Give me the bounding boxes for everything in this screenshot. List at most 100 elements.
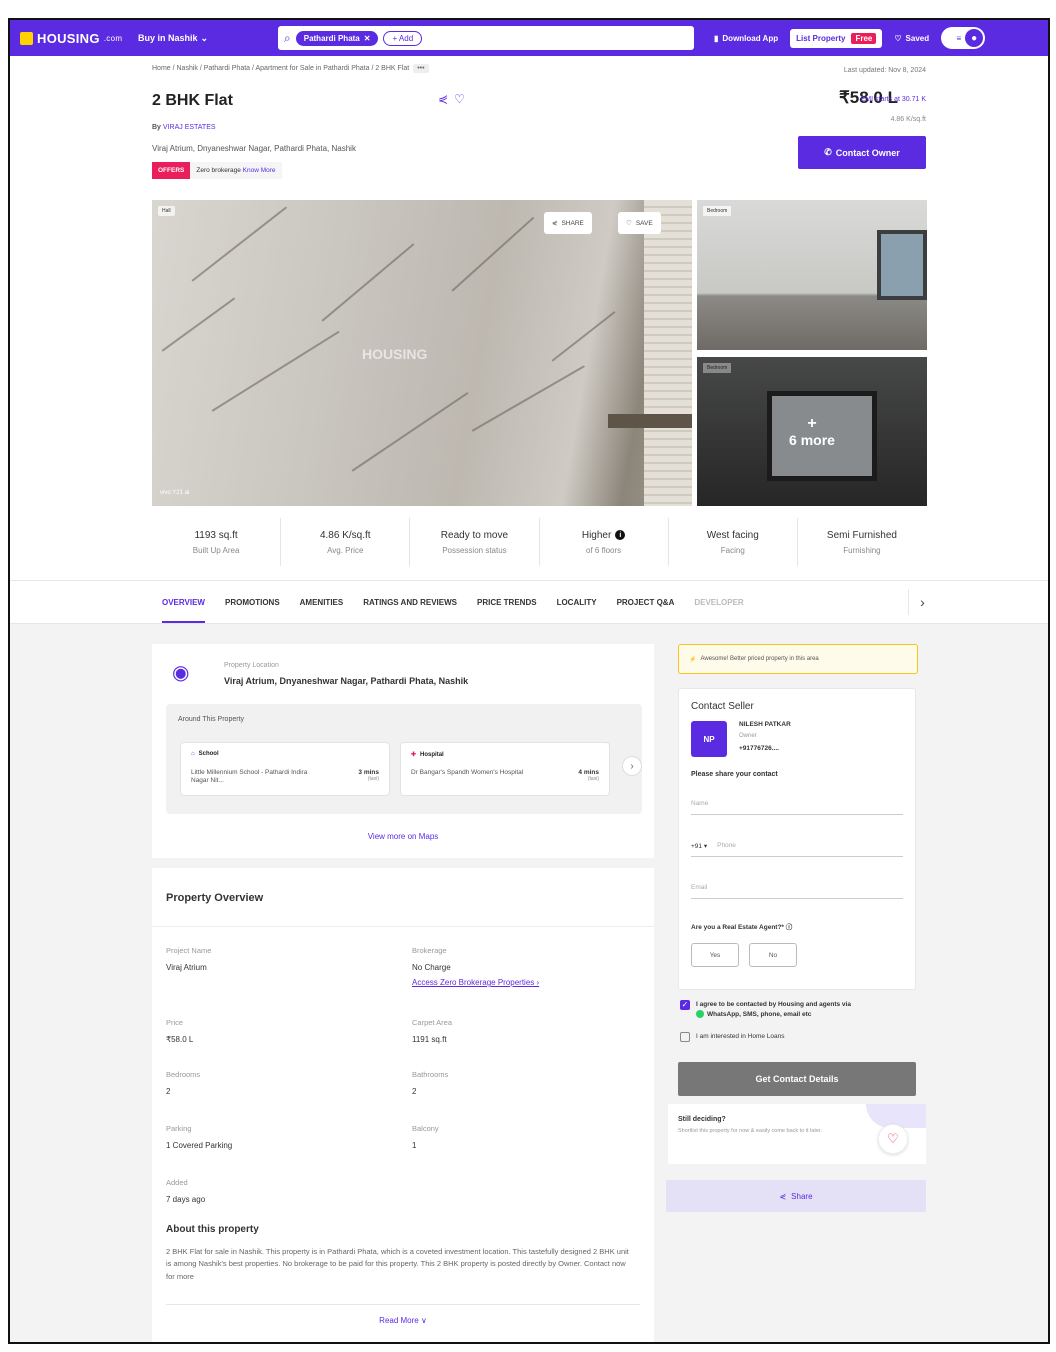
logo-domain: .com [103,33,123,43]
main-photo[interactable]: Hall HOUSING ⋞ SHARE ♡ SAVE vivo Y21 ai [152,200,692,506]
housing-logo[interactable]: HOUSING .com [10,31,138,46]
checkbox-icon[interactable] [680,1032,690,1042]
city-selector[interactable]: Buy in Nashik ⌄ [138,33,278,44]
zero-brokerage-link[interactable]: Access Zero Brokerage Properties › [412,978,539,987]
phone-field[interactable]: +91 ▾ Phone [691,835,903,857]
tab-promotions[interactable]: PROMOTIONS [225,581,280,623]
tab-list: OVERVIEW PROMOTIONS AMENITIES RATINGS AN… [162,581,744,623]
stat-value: Ready to move [440,529,509,541]
close-icon[interactable]: ✕ [364,34,371,43]
breadcrumb-more-button[interactable]: ••• [413,64,429,73]
add-locality-button[interactable]: + Add [383,30,423,46]
header-actions: ▮ Download App List Property Free ♡ Saved ≡… [714,27,986,49]
list-property-button[interactable]: List Property Free [790,28,883,48]
stat-possession: Ready to move Possession status [410,518,540,566]
kv-bedrooms: Bedrooms 2 [166,1070,200,1096]
download-app-button[interactable]: ▮ Download App [714,34,778,43]
kv-value: 1191 sq.ft [412,1035,447,1044]
kv-key: Bathrooms [412,1070,449,1079]
stat-key: Possession status [442,545,507,555]
overview-title: Property Overview [166,892,264,904]
poi-distance-wrap: 4 mins (taxi) [578,769,599,782]
contact-owner-label: Contact Owner [835,147,900,158]
chevron-right-icon[interactable]: › [908,589,936,615]
home-loans-checkbox-row[interactable]: I am interested in Home Loans [680,1032,920,1042]
offers-tag: OFFERS [152,162,191,179]
kv-bathrooms: Bathrooms 2 [412,1070,448,1096]
agent-no-button[interactable]: No [749,943,797,967]
tab-amenities[interactable]: AMENITIES [300,581,344,623]
tab-overview[interactable]: OVERVIEW [162,581,205,623]
side-photo-2[interactable]: Bedroom + 6 more [697,357,927,506]
posted-by-name[interactable]: VIRAJ ESTATES [163,124,216,131]
tab-developer[interactable]: DEVELOPER [694,581,743,623]
window-sill [608,414,692,428]
about-heading: About this property [166,1224,259,1235]
kv-key: Added [166,1178,188,1187]
kv-added: Added 7 days ago [166,1178,205,1204]
know-more-link[interactable]: Know More [243,167,276,174]
country-code-select[interactable]: +91 ▾ [691,842,707,850]
saved-button[interactable]: ♡ Saved [894,34,929,43]
shortlist-heart-icon[interactable]: ♡ [878,1124,908,1154]
kv-value: ₹58.0 L [166,1035,194,1044]
poi-card[interactable]: ⌂ School Little Millennium School - Patha… [180,742,390,796]
search-bar[interactable]: ⌕ Pathardi Phata ✕ + Add [278,26,694,50]
heart-icon[interactable]: ♡ [454,92,465,106]
stat-value: 1193 sq.ft [194,529,238,541]
poi-card[interactable]: ✚ Hospital Dr Bangar's Spandh Women's Hos… [400,742,610,796]
info-icon[interactable]: i [615,530,626,540]
photo-share-label: SHARE [561,219,584,227]
menu-icon: ≡ [956,33,962,43]
poi-distance-wrap: 3 mins (taxi) [358,769,379,782]
seller-name: NILESH PATKAR [739,721,791,728]
poi-mode: (taxi) [587,776,599,782]
name-field[interactable]: Name [691,793,903,815]
better-price-banner: ⚡ Awesome! Better priced property in thi… [678,644,918,674]
list-property-label: List Property [796,33,846,43]
location-value: Viraj Atrium, Dnyaneshwar Nagar, Pathard… [224,676,469,686]
emi-link[interactable]: EMI starts at 30.71 K [861,96,926,103]
name-placeholder: Name [691,800,709,807]
email-field[interactable]: Email [691,877,903,899]
agent-yes-button[interactable]: Yes [691,943,739,967]
more-photos-overlay[interactable]: + 6 more [697,357,927,506]
tab-ratings[interactable]: RATINGS AND REVIEWS [363,581,457,623]
stat-furnishing: Semi Furnished Furnishing [798,518,926,566]
tab-locality[interactable]: LOCALITY [557,581,597,623]
home-loans-text: I am interested in Home Loans [696,1033,785,1040]
kv-value: No Charge [412,963,451,972]
contact-owner-button[interactable]: ✆ Contact Owner [798,136,926,169]
poi-name: Little Millennium School - Pathardi Indi… [191,769,308,785]
photo-share-button[interactable]: ⋞ SHARE [544,212,592,234]
side-photo-1[interactable]: Bedroom [697,200,927,350]
heart-icon: ♡ [626,220,632,227]
profile-menu[interactable]: ≡ ● [941,27,986,49]
share-button[interactable]: ⋞ Share [666,1180,926,1212]
chevron-right-icon[interactable]: › [622,756,642,776]
tab-project-qa[interactable]: PROJECT Q&A [617,581,675,623]
stat-area: 1193 sq.ft Built Up Area [152,518,282,566]
search-chip[interactable]: Pathardi Phata ✕ [295,30,379,46]
agree-checkbox-row[interactable]: ✓ I agree to be contacted by Housing and… [680,1000,920,1020]
poi-distance: 3 mins [358,769,379,776]
check-icon[interactable]: ✓ [680,1000,690,1010]
kv-key: Parking [166,1124,192,1133]
download-app-label: Download App [722,33,779,43]
chevron-down-icon: ⌄ [200,32,209,43]
kv-project-name: Project Name Viraj Atrium [166,946,211,972]
share-icon[interactable]: ⋞ [438,92,448,106]
get-contact-details-button[interactable]: Get Contact Details [678,1062,916,1096]
location-card: ◉ Property Location Viraj Atrium, Dnyane… [152,644,654,858]
view-maps-link[interactable]: View more on Maps [152,832,654,841]
window-blind [644,200,692,506]
breadcrumb-text[interactable]: Home / Nashik / Pathardi Phata / Apartme… [152,65,409,72]
phone-placeholder: Phone [717,842,736,849]
page-title: 2 BHK Flat [152,92,233,109]
stat-key: Furnishing [843,545,881,555]
photo-save-button[interactable]: ♡ SAVE [618,212,661,234]
school-icon: ⌂ [191,751,195,757]
read-more-link[interactable]: Read More ∨ [152,1316,654,1325]
top-nav-bar: HOUSING .com Buy in Nashik ⌄ ⌕ Pathardi P… [10,20,1048,56]
tab-price-trends[interactable]: PRICE TRENDS [477,581,537,623]
